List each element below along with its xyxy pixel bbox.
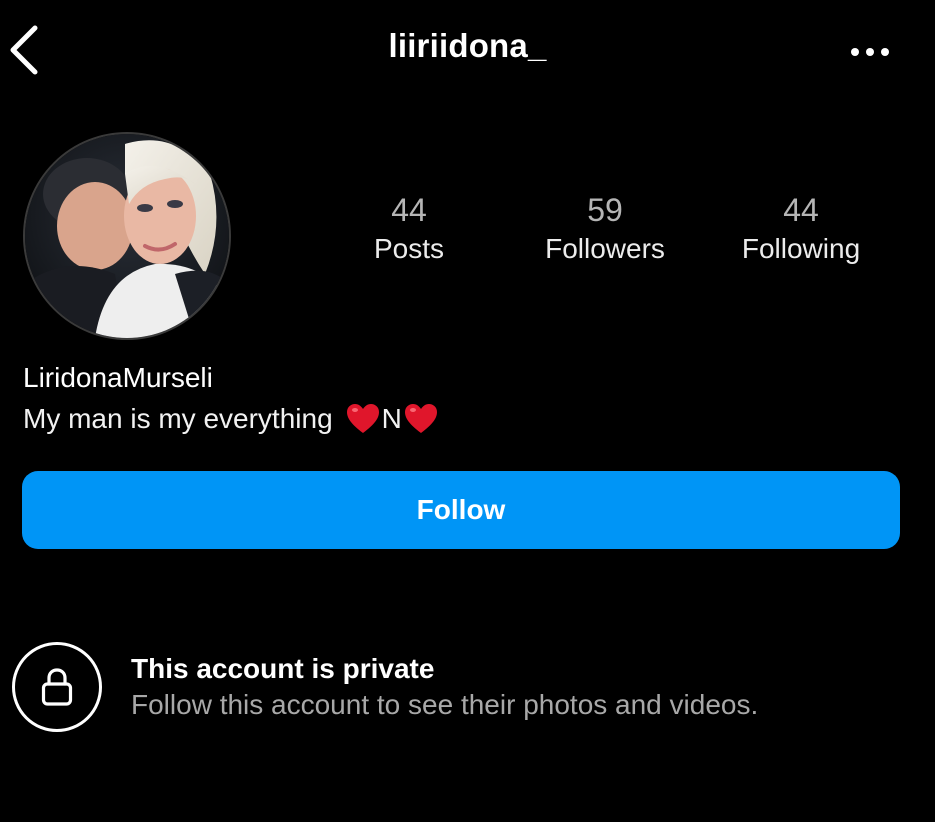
more-options-button[interactable] xyxy=(846,36,894,68)
following-count[interactable]: 44 Following xyxy=(711,190,891,268)
profile-username-title: liiriidona_ xyxy=(388,27,547,64)
profile-avatar[interactable] xyxy=(23,132,231,340)
bio-letter: N xyxy=(381,403,402,434)
lock-icon xyxy=(41,668,73,706)
private-account-subtitle: Follow this account to see their photos … xyxy=(131,689,759,720)
posts-count[interactable]: 44 Posts xyxy=(319,190,499,268)
posts-count-label: Posts xyxy=(373,233,445,264)
more-horizontal-icon xyxy=(851,48,889,56)
private-lock-badge xyxy=(12,642,102,732)
red-heart-icon xyxy=(345,401,381,437)
profile-display-name: LiridonaMurseli xyxy=(23,362,213,393)
private-account-title: This account is private xyxy=(131,653,435,684)
following-count-value: 44 xyxy=(783,192,819,228)
following-count-label: Following xyxy=(741,233,861,264)
followers-count-label: Followers xyxy=(545,233,665,264)
profile-photo xyxy=(25,134,229,338)
followers-count-value: 59 xyxy=(587,192,623,228)
profile-bio: My man is my everything N xyxy=(23,400,439,438)
follow-button[interactable]: Follow xyxy=(22,471,900,549)
top-navigation-bar: liiriidona_ xyxy=(0,0,935,100)
follow-button-label: Follow xyxy=(416,494,506,525)
followers-count[interactable]: 59 Followers xyxy=(515,190,695,268)
posts-count-value: 44 xyxy=(391,192,427,228)
bio-text: My man is my everything xyxy=(23,403,333,434)
red-heart-icon xyxy=(403,401,439,437)
